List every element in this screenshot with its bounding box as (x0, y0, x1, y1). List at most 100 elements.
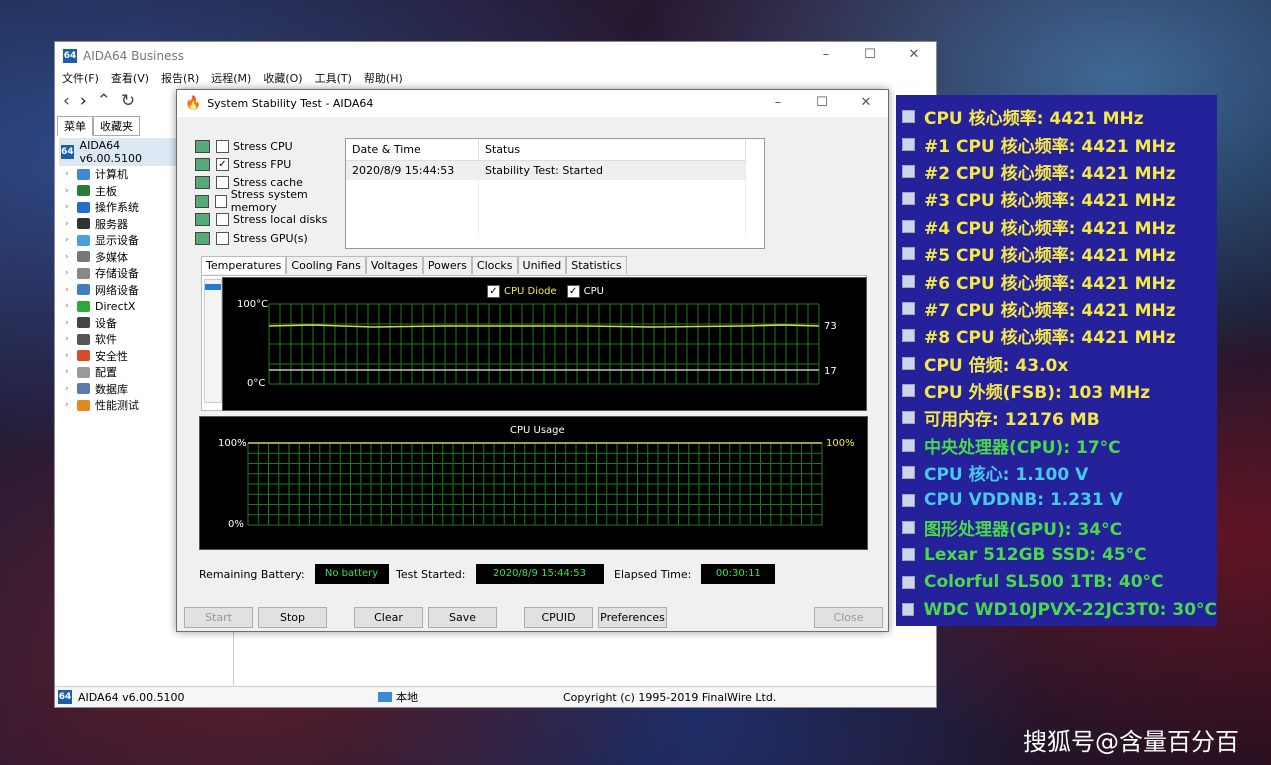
graph-tab[interactable]: Voltages (365, 256, 423, 274)
menu-item[interactable]: 查看(V) (111, 70, 149, 88)
osd-text: 中央处理器(CPU): 17°C (924, 437, 1121, 458)
graph-tab[interactable]: Statistics (566, 256, 627, 274)
stress-option[interactable]: ✓ Stress FPU (195, 155, 345, 173)
tree-item[interactable]: › 服务器 (59, 216, 177, 233)
tree-item[interactable]: › 计算机 (59, 166, 177, 183)
tree-item[interactable]: › 多媒体 (59, 249, 177, 266)
chevron-right-icon[interactable]: › (65, 186, 77, 196)
menu-item[interactable]: 帮助(H) (364, 70, 403, 88)
tree-item-icon (77, 300, 90, 312)
legend-cpu-diode: CPU Diode (504, 286, 557, 297)
maximize-icon[interactable]: ☐ (800, 90, 844, 116)
watermark: 搜狐号@含量百分百 (1023, 728, 1239, 756)
cpuid-button[interactable]: CPUID (524, 607, 593, 628)
chevron-right-icon[interactable]: › (65, 400, 77, 410)
graph-tab[interactable]: Powers (422, 256, 472, 274)
forward-icon[interactable]: › (80, 91, 87, 111)
stop-button[interactable]: Stop (258, 607, 327, 628)
temp-value-low: 17 (824, 366, 837, 377)
close-icon[interactable]: ✕ (892, 42, 936, 68)
graph-tab[interactable]: Clocks (471, 256, 518, 274)
close-icon[interactable]: ✕ (844, 90, 888, 116)
tree-item[interactable]: › 显示设备 (59, 232, 177, 249)
tree-item[interactable]: › 数据库 (59, 381, 177, 398)
stress-checkbox[interactable] (216, 231, 229, 245)
stress-checkbox[interactable] (214, 194, 227, 208)
preferences-button[interactable]: Preferences (598, 607, 667, 628)
tree-item[interactable]: › 网络设备 (59, 282, 177, 299)
tree-item[interactable]: › 操作系统 (59, 199, 177, 216)
chevron-right-icon[interactable]: › (65, 252, 77, 262)
start-button[interactable]: Start (184, 607, 253, 628)
tree-root[interactable]: 64 AIDA64 v6.00.5100 (59, 138, 177, 166)
refresh-icon[interactable]: ↻ (121, 91, 135, 111)
log-header-status[interactable]: Status (478, 139, 746, 161)
tree-item[interactable]: › 性能测试 (59, 397, 177, 414)
save-button[interactable]: Save (428, 607, 497, 628)
osd-row: #7 CPU 核心频率: 4421 MHz (896, 295, 1217, 322)
legend-checkbox[interactable]: ✓ (566, 285, 580, 298)
status-copyright: Copyright (c) 1995-2019 FinalWire Ltd. (563, 690, 777, 704)
elapsed-label: Elapsed Time: (614, 567, 692, 581)
tree-item-icon (77, 234, 90, 246)
minimize-icon[interactable]: – (756, 90, 800, 116)
osd-row: #5 CPU 核心频率: 4421 MHz (896, 240, 1217, 267)
log-header-datetime[interactable]: Date & Time (346, 139, 479, 161)
temperature-scrollbar[interactable] (204, 279, 222, 403)
tree-item[interactable]: › 存储设备 (59, 265, 177, 282)
stress-checkbox[interactable] (216, 176, 229, 190)
legend-checkbox[interactable]: ✓ (487, 285, 500, 298)
tab-menu[interactable]: 菜单 (57, 116, 93, 136)
chevron-right-icon[interactable]: › (65, 202, 77, 212)
graph-tab[interactable]: Unified (517, 256, 567, 274)
battery-field: Remaining Battery: No battery (199, 564, 389, 584)
chevron-right-icon[interactable]: › (65, 285, 77, 295)
stress-option[interactable]: Stress CPU (195, 137, 345, 155)
tree-item[interactable]: › DirectX (59, 298, 177, 315)
stress-checkbox[interactable]: ✓ (216, 157, 229, 171)
osd-row: CPU VDDNB: 1.231 V (896, 486, 1217, 513)
stress-option[interactable]: Stress system memory (195, 188, 345, 214)
tree-item[interactable]: › 软件 (59, 331, 177, 348)
tree-item[interactable]: › 设备 (59, 315, 177, 332)
chevron-right-icon[interactable]: › (65, 268, 77, 278)
clear-button[interactable]: Clear (354, 607, 423, 628)
menu-item[interactable]: 文件(F) (62, 70, 99, 88)
stress-checkbox[interactable] (216, 139, 229, 153)
tree-item-icon (77, 284, 90, 296)
stress-checkbox[interactable] (216, 213, 229, 227)
cpu-usage-graph: CPU Usage 100% 0% 100% (199, 416, 868, 550)
tree-item[interactable]: › 主板 (59, 183, 177, 200)
chevron-right-icon[interactable]: › (65, 219, 77, 229)
stress-option[interactable]: Stress GPU(s) (195, 229, 345, 247)
sensor-icon (902, 301, 915, 315)
menu-item[interactable]: 报告(R) (161, 70, 199, 88)
stress-option[interactable]: Stress local disks (195, 211, 345, 229)
graph-tab[interactable]: Temperatures (201, 256, 287, 274)
chevron-right-icon[interactable]: › (65, 318, 77, 328)
chevron-right-icon[interactable]: › (65, 301, 77, 311)
chevron-right-icon[interactable]: › (65, 235, 77, 245)
up-icon[interactable]: ⌃ (97, 91, 111, 111)
minimize-icon[interactable]: – (804, 42, 848, 68)
chevron-right-icon[interactable]: › (65, 334, 77, 344)
status-location-label: 本地 (396, 691, 418, 704)
chevron-right-icon[interactable]: › (65, 351, 77, 361)
scrollbar-thumb[interactable] (205, 284, 221, 290)
tree-item[interactable]: › 配置 (59, 364, 177, 381)
menu-item[interactable]: 收藏(O) (263, 70, 302, 88)
tree-item-label: 服务器 (95, 217, 128, 231)
tree-item[interactable]: › 安全性 (59, 348, 177, 365)
tab-favorites[interactable]: 收藏夹 (93, 116, 140, 136)
close-button[interactable]: Close (814, 607, 883, 628)
chevron-right-icon[interactable]: › (65, 367, 77, 377)
table-row[interactable]: 2020/8/9 15:44:53 Stability Test: Starte… (346, 160, 746, 180)
menu-item[interactable]: 远程(M) (211, 70, 251, 88)
graph-tab[interactable]: Cooling Fans (286, 256, 366, 274)
chevron-right-icon[interactable]: › (65, 169, 77, 179)
chevron-right-icon[interactable]: › (65, 384, 77, 394)
osd-text: #8 CPU 核心频率: 4421 MHz (924, 328, 1176, 349)
back-icon[interactable]: ‹ (63, 91, 70, 111)
menu-item[interactable]: 工具(T) (315, 70, 352, 88)
maximize-icon[interactable]: ☐ (848, 42, 892, 68)
